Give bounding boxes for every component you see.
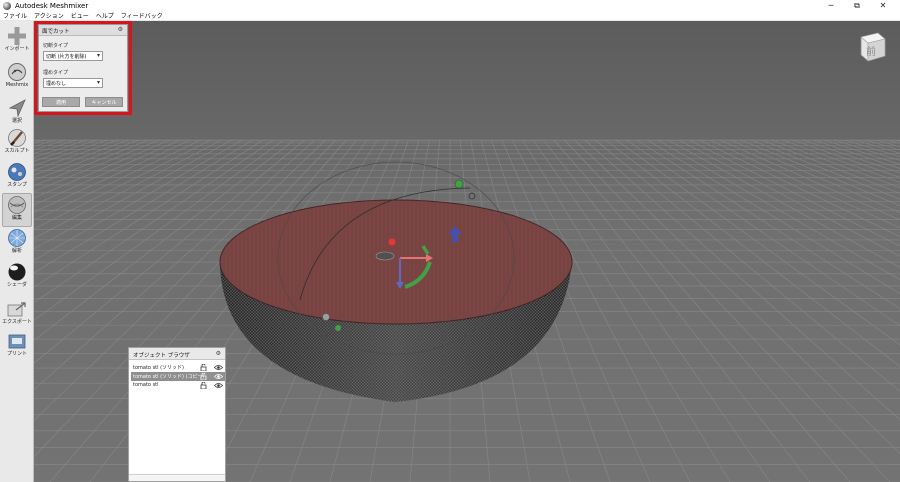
object-row[interactable]: tomato stl (131, 381, 225, 390)
cut-type-select[interactable]: 切断 (片方を削除) ▾ (43, 51, 103, 61)
object-name: tomato stl (ソリッド) (コピー) (133, 374, 205, 380)
eye-icon[interactable] (214, 373, 223, 380)
title-bar: Autodesk Meshmixer ─ ⧉ ✕ (0, 0, 900, 11)
cancel-button[interactable]: キャンセル (85, 97, 123, 107)
brush-icon (8, 129, 26, 147)
minimize-button[interactable]: ─ (818, 0, 844, 11)
tool-analysis[interactable]: 解析 (2, 227, 32, 261)
meshmixer-logo-icon (3, 1, 11, 10)
tool-print[interactable]: プリント (2, 330, 32, 364)
browser-title: オブジェクト ブラウザ (133, 353, 190, 359)
fill-type-label: 埋めタイプ (43, 70, 69, 76)
menu-action[interactable]: アクション (34, 11, 64, 20)
object-row-selected[interactable]: tomato stl (ソリッド) (コピー) (131, 372, 225, 381)
menu-file[interactable]: ファイル (3, 11, 27, 20)
lock-icon[interactable] (200, 382, 207, 389)
chevron-down-icon: ▾ (96, 79, 100, 86)
window-title: Autodesk Meshmixer (15, 1, 89, 10)
fill-type-value: 埋めなし (46, 81, 67, 87)
view-cube[interactable]: 前 (856, 31, 886, 63)
gizmo-handle-red[interactable] (388, 238, 396, 246)
tool-edit[interactable]: 編集 (2, 193, 32, 227)
tool-label: エクスポート (2, 319, 32, 325)
tool-label: インポート (4, 46, 30, 52)
tool-label: 解析 (11, 248, 22, 254)
menu-view[interactable]: ビュー (71, 11, 89, 20)
menu-feedback[interactable]: フィードバック (121, 11, 163, 20)
gizmo-handle-green-left[interactable] (335, 325, 341, 331)
panel-header: 面でカット ⚙ (39, 25, 127, 36)
tool-label: プリント (6, 351, 27, 357)
shader-ball-icon (8, 263, 26, 281)
analysis-icon (8, 229, 26, 247)
select-arrow-icon (8, 99, 26, 118)
tool-label: 編集 (11, 215, 22, 221)
export-icon (7, 302, 26, 317)
object-row[interactable]: tomato stl (ソリッド) (131, 363, 225, 372)
close-window-button[interactable]: ✕ (870, 0, 896, 11)
tool-meshmix[interactable]: Meshmix (2, 61, 32, 95)
lock-icon[interactable] (200, 364, 207, 371)
window-controls: ─ ⧉ ✕ (818, 0, 896, 11)
object-name: tomato stl (ソリッド) (133, 365, 185, 371)
tool-select[interactable]: 選択 (2, 97, 32, 131)
gizmo-handle-gray-left[interactable] (322, 313, 330, 321)
tool-label: スカルプト (4, 148, 30, 154)
meshmix-sphere-icon (8, 63, 26, 81)
menu-bar: ファイル アクション ビュー ヘルプ フィードバック (0, 11, 900, 21)
panel-title: 面でカット (42, 29, 70, 35)
browser-settings-icon[interactable]: ⚙ (216, 350, 221, 357)
lock-icon[interactable] (200, 373, 207, 380)
stamp-icon (8, 163, 26, 181)
tool-label: 選択 (11, 118, 22, 124)
tool-stamp[interactable]: スタンプ (2, 161, 32, 195)
eye-icon[interactable] (214, 364, 223, 371)
object-browser: オブジェクト ブラウザ ⚙ tomato stl (ソリッド) tomato s… (128, 347, 226, 482)
tool-shader[interactable]: シェーダ (2, 261, 32, 295)
menu-help[interactable]: ヘルプ (96, 11, 114, 20)
chevron-down-icon: ▾ (96, 52, 100, 59)
fill-type-select[interactable]: 埋めなし ▾ (43, 78, 103, 88)
tool-sculpt[interactable]: スカルプト (2, 127, 32, 161)
gizmo-handle-green-top[interactable] (454, 179, 464, 189)
print-icon (8, 334, 26, 349)
tool-label: Meshmix (5, 82, 29, 88)
tool-label: シェーダ (6, 282, 27, 288)
tool-label: スタンプ (7, 182, 27, 188)
meshmixer-app: Autodesk Meshmixer ─ ⧉ ✕ ファイル アクション ビュー … (0, 0, 900, 482)
cut-type-value: 切断 (片方を削除) (46, 54, 87, 60)
panel-settings-icon[interactable]: ⚙ (118, 26, 123, 33)
plane-cut-panel: 面でカット ⚙ 切断タイプ 切断 (片方を削除) ▾ 埋めタイプ 埋めなし ▾ … (38, 24, 128, 112)
browser-footer (129, 474, 225, 481)
tool-export[interactable]: エクスポート (2, 298, 32, 332)
browser-header: オブジェクト ブラウザ ⚙ (129, 348, 225, 360)
cut-type-label: 切断タイプ (43, 43, 69, 49)
restore-button[interactable]: ⧉ (844, 0, 870, 11)
object-name: tomato stl (133, 382, 159, 388)
left-toolbar: インポート Meshmix 選択 スカルプト スタンプ 編集 解析 シェーダ エ… (0, 21, 34, 482)
plus-icon (8, 27, 26, 45)
view-cube-label: 前 (866, 45, 876, 58)
apply-button[interactable]: 適用 (42, 97, 80, 107)
tool-import[interactable]: インポート (2, 25, 32, 59)
eye-icon[interactable] (214, 382, 223, 389)
edit-icon (8, 196, 26, 214)
